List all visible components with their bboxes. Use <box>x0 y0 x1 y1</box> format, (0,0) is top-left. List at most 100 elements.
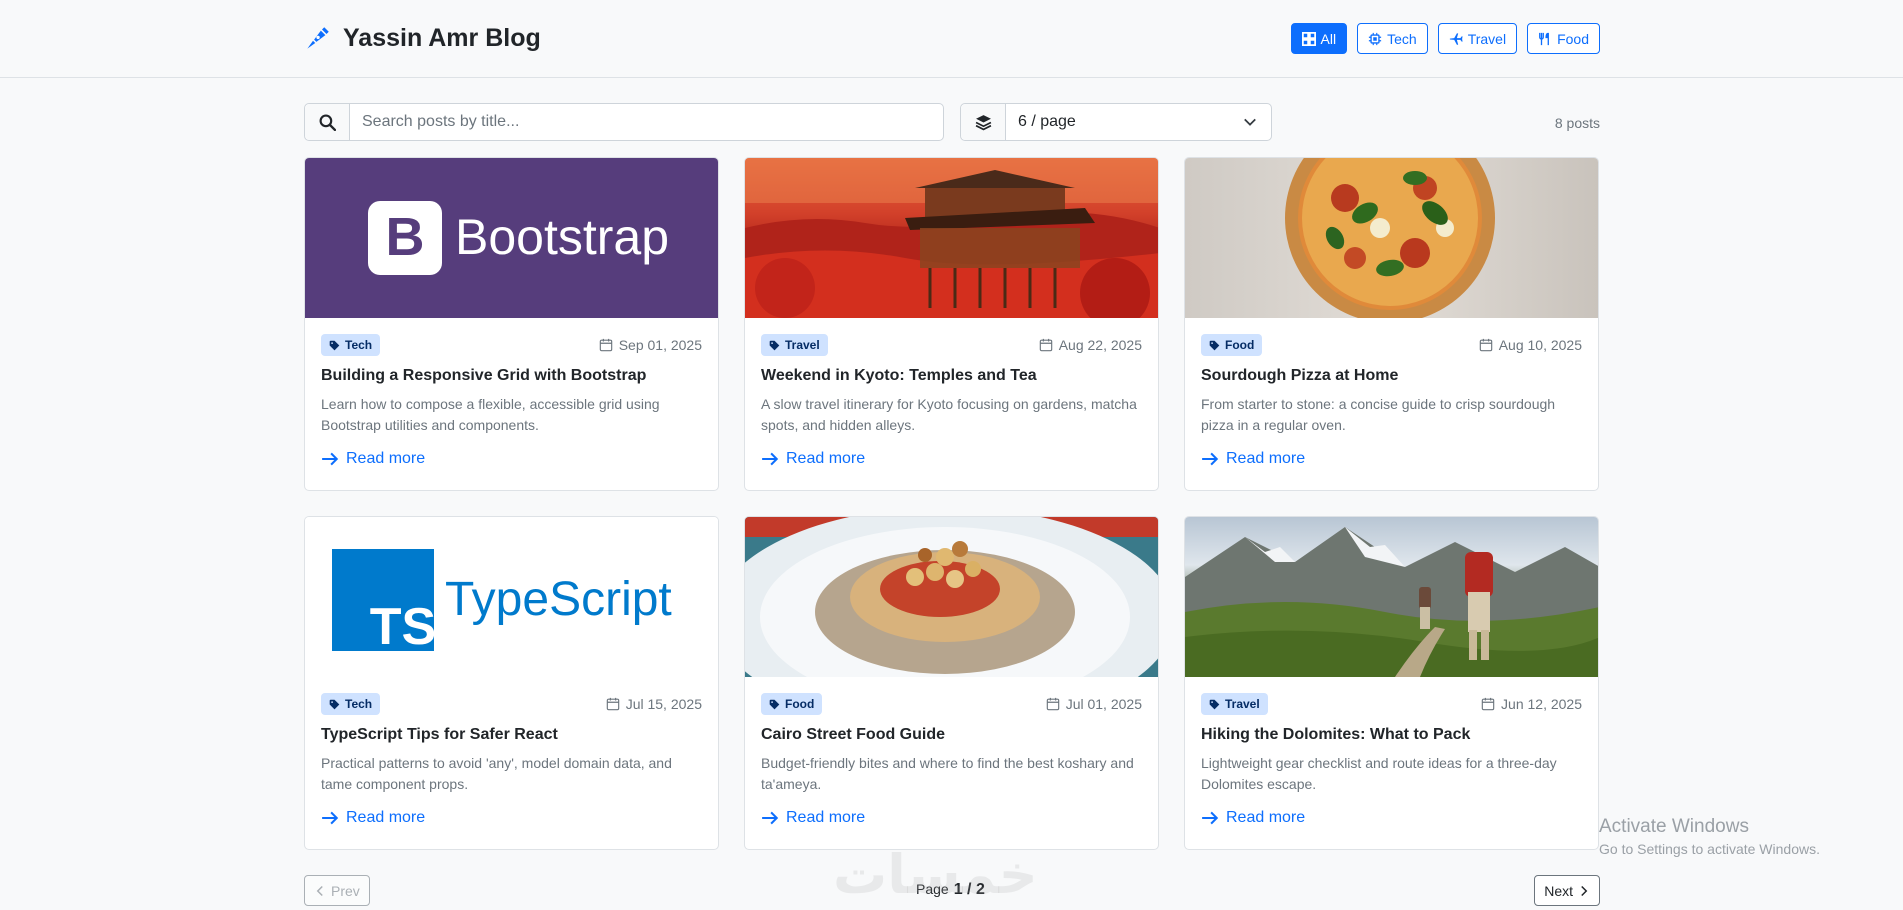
typescript-logo-text: TypeScript <box>445 573 672 626</box>
read-more-link[interactable]: Read more <box>761 450 865 468</box>
category-label: Food <box>1225 338 1255 352</box>
post-count: 8 posts <box>1554 115 1600 131</box>
search-addon <box>305 104 350 140</box>
post-image-typescript[interactable]: TS TypeScript <box>305 517 718 677</box>
next-label: Next <box>1544 882 1573 899</box>
posts-grid: B Bootstrap Tech Sep 01, 2025 Building a… <box>304 157 1600 850</box>
post-excerpt: A slow travel itinerary for Kyoto focusi… <box>761 396 1137 433</box>
activate-subtitle: Go to Settings to activate Windows. <box>1599 841 1820 857</box>
read-more-label: Read more <box>786 450 866 467</box>
tag-icon <box>329 340 340 350</box>
filter-all-label: All <box>1320 30 1337 47</box>
post-title[interactable]: Hiking the Dolomites: What to Pack <box>1201 724 1582 746</box>
post-excerpt: Lightweight gear checklist and route ide… <box>1201 755 1557 792</box>
search-input[interactable] <box>350 104 943 140</box>
arrow-right-icon <box>762 452 779 466</box>
post-title[interactable]: Cairo Street Food Guide <box>761 724 1142 746</box>
read-more-link[interactable]: Read more <box>1201 450 1305 468</box>
page-size-group: 6 / page <box>960 103 1272 141</box>
date-label: Jun 12, 2025 <box>1501 696 1582 712</box>
read-more-label: Read more <box>346 809 426 826</box>
category-badge: Travel <box>1201 693 1268 715</box>
tag-icon <box>769 699 780 709</box>
post-image-dolomites[interactable] <box>1185 517 1598 677</box>
arrow-right-icon <box>322 811 339 825</box>
grid-icon <box>1301 31 1316 46</box>
chevron-right-icon <box>1581 885 1588 896</box>
post-title[interactable]: Building a Responsive Grid with Bootstra… <box>321 365 702 387</box>
prev-label: Prev <box>331 882 360 899</box>
calendar-icon <box>606 697 619 711</box>
category-label: Food <box>785 697 815 711</box>
filter-food-label: Food <box>1557 30 1589 47</box>
post-title[interactable]: TypeScript Tips for Safer React <box>321 724 702 746</box>
read-more-label: Read more <box>1226 809 1306 826</box>
chevron-left-icon <box>316 885 323 896</box>
brand-title: Yassin Amr Blog <box>343 24 541 52</box>
read-more-link[interactable]: Read more <box>321 809 425 827</box>
calendar-icon <box>1479 338 1492 352</box>
next-page-button[interactable]: Next <box>1534 875 1600 906</box>
search-group <box>304 103 944 141</box>
navbar: Yassin Amr Blog All Tech Travel Food <box>0 0 1903 78</box>
brand[interactable]: Yassin Amr Blog <box>304 24 541 53</box>
category-label: Travel <box>785 338 820 352</box>
filter-travel-button[interactable]: Travel <box>1437 23 1518 54</box>
date-label: Aug 22, 2025 <box>1058 337 1142 353</box>
pen-nib-icon <box>307 27 329 49</box>
read-more-link[interactable]: Read more <box>321 450 425 468</box>
arrow-right-icon <box>322 452 339 466</box>
post-image-pizza[interactable] <box>1185 158 1598 318</box>
post-date: Jul 01, 2025 <box>1046 696 1142 712</box>
post-title[interactable]: Weekend in Kyoto: Temples and Tea <box>761 365 1142 387</box>
chevron-down-icon <box>1244 118 1256 126</box>
post-excerpt: Budget-friendly bites and where to find … <box>761 755 1134 792</box>
post-date: Jun 12, 2025 <box>1481 696 1582 712</box>
category-label: Tech <box>345 338 373 352</box>
toolbar: 6 / page 8 posts <box>304 103 1600 141</box>
date-label: Sep 01, 2025 <box>618 337 702 353</box>
post-title[interactable]: Sourdough Pizza at Home <box>1201 365 1582 387</box>
post-image-kyoto[interactable] <box>745 158 1158 318</box>
read-more-label: Read more <box>1226 450 1306 467</box>
filter-tech-label: Tech <box>1387 30 1417 47</box>
filter-food-button[interactable]: Food <box>1527 23 1600 54</box>
read-more-link[interactable]: Read more <box>761 809 865 827</box>
post-card: Travel Aug 22, 2025 Weekend in Kyoto: Te… <box>744 157 1159 491</box>
typescript-logo-mark: TS <box>370 598 436 656</box>
arrow-right-icon <box>762 811 779 825</box>
calendar-icon <box>1039 338 1052 352</box>
post-date: Aug 22, 2025 <box>1039 337 1142 353</box>
utensils-icon <box>1539 32 1550 45</box>
page-size-select[interactable]: 6 / page <box>1006 104 1271 140</box>
read-more-link[interactable]: Read more <box>1201 809 1305 827</box>
category-label: Tech <box>345 697 373 711</box>
date-label: Aug 10, 2025 <box>1498 337 1582 353</box>
filter-all-button[interactable]: All <box>1290 23 1348 54</box>
category-badge: Food <box>1201 334 1263 356</box>
activate-title: Activate Windows <box>1599 816 1749 837</box>
search-icon <box>319 114 336 131</box>
post-excerpt: Learn how to compose a flexible, accessi… <box>321 396 660 433</box>
post-card: Food Aug 10, 2025 Sourdough Pizza at Hom… <box>1184 157 1599 491</box>
post-image-bootstrap[interactable]: B Bootstrap <box>305 158 718 318</box>
activate-windows-notice: Activate Windows Go to Settings to activ… <box>1599 816 1820 857</box>
filter-tech-button[interactable]: Tech <box>1357 23 1428 54</box>
page-size-addon <box>961 104 1006 140</box>
post-card: B Bootstrap Tech Sep 01, 2025 Building a… <box>304 157 719 491</box>
post-card: Food Jul 01, 2025 Cairo Street Food Guid… <box>744 516 1159 850</box>
post-image-koshary[interactable] <box>745 517 1158 677</box>
tag-icon <box>329 699 340 709</box>
bootstrap-logo-text: Bootstrap <box>455 209 669 265</box>
category-label: Travel <box>1225 697 1260 711</box>
post-excerpt: Practical patterns to avoid 'any', model… <box>321 755 672 792</box>
category-badge: Food <box>761 693 823 715</box>
arrow-right-icon <box>1202 811 1219 825</box>
filter-travel-label: Travel <box>1467 30 1507 47</box>
post-date: Sep 01, 2025 <box>599 337 702 353</box>
read-more-label: Read more <box>346 450 426 467</box>
prev-page-button[interactable]: Prev <box>304 875 370 906</box>
watermark: خمسات <box>833 843 1038 906</box>
bootstrap-logo-mark: B <box>386 207 425 267</box>
calendar-icon <box>1481 697 1495 711</box>
